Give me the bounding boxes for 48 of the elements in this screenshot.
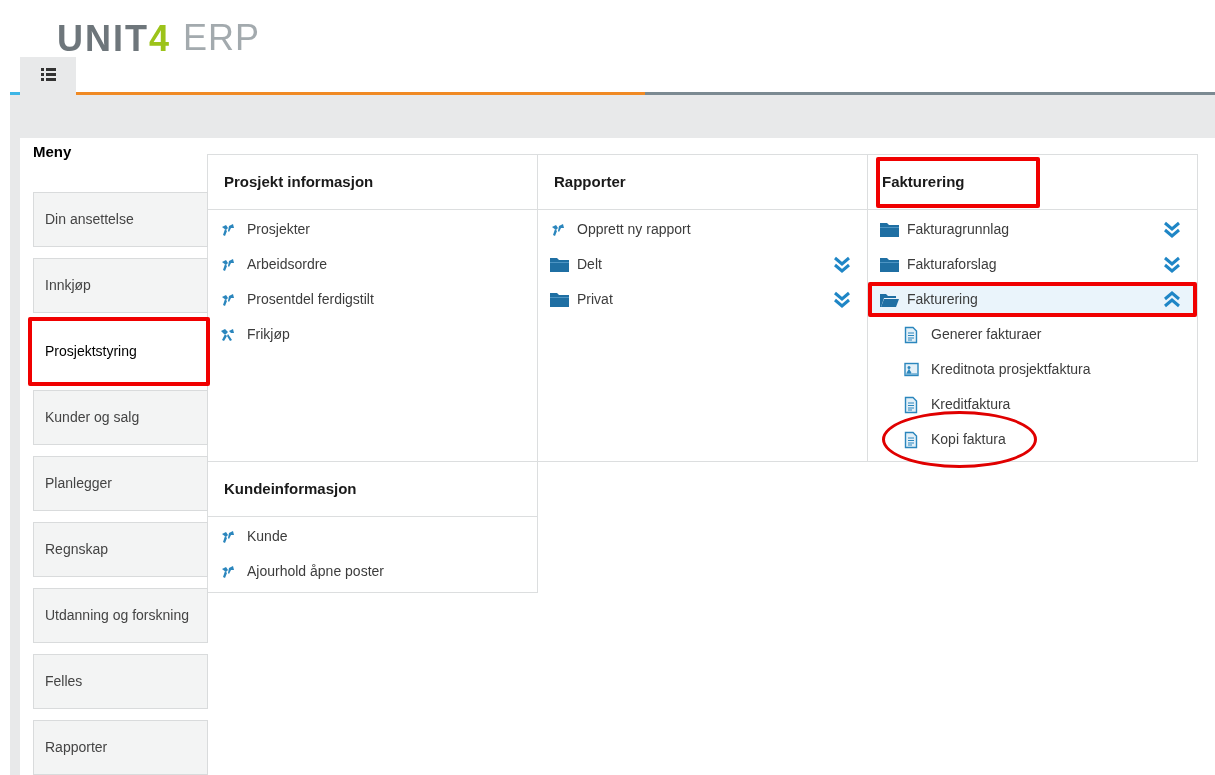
folder-icon (550, 257, 569, 272)
logo-wordmark: UNIT4 (57, 21, 172, 57)
menu-link[interactable]: Fakturagrunnlag (907, 219, 1163, 240)
menu-link[interactable]: Kunde (247, 526, 521, 547)
panel-title: Rapporter (554, 171, 626, 192)
menu-link[interactable]: Opprett ny rapport (577, 219, 851, 240)
menu-item[interactable]: Din ansettelse (33, 192, 208, 247)
menu-item[interactable]: Innkjøp (33, 258, 208, 313)
menu-link[interactable]: Generer fakturaer (931, 324, 1181, 345)
panel-title: Fakturering (882, 171, 965, 192)
menu-link[interactable]: Prosjekter (247, 219, 521, 240)
tools-icon (220, 292, 235, 307)
tools-icon (220, 529, 235, 544)
menu-title: Meny (33, 142, 73, 161)
menu-link[interactable]: Fakturaforslag (907, 254, 1163, 275)
menu-item[interactable]: Felles (33, 654, 208, 709)
menu-link[interactable]: Kreditnota prosjektfaktura (931, 359, 1181, 380)
menu-link[interactable]: Prosentdel ferdigstilt (247, 289, 521, 310)
menu-item[interactable]: Planlegger (33, 456, 208, 511)
folder-icon (550, 292, 569, 307)
menu-tab[interactable] (20, 57, 76, 92)
tools-icon (550, 222, 565, 237)
tools-icon (220, 564, 235, 579)
menu-link[interactable]: Delt (577, 254, 833, 275)
menu-link[interactable]: Kreditfaktura (931, 394, 1181, 415)
menu-item[interactable]: Kunder og salg (33, 390, 208, 445)
document-icon (904, 395, 918, 414)
menu-item[interactable]: Regnskap (33, 522, 208, 577)
menu-item[interactable]: Rapporter (33, 720, 208, 775)
document-icon (904, 325, 918, 344)
tools-icon (220, 222, 235, 237)
document-icon (904, 430, 918, 449)
panel-title: Kundeinformasjon (224, 478, 357, 499)
folder-icon (880, 257, 899, 272)
folder-icon (880, 222, 899, 237)
menu-link[interactable]: Arbeidsordre (247, 254, 521, 275)
product-name: ERP (183, 20, 261, 56)
panel-title: Prosjekt informasjon (224, 171, 374, 192)
menu-link[interactable]: Ajourhold åpne poster (247, 561, 521, 582)
menu-link[interactable]: Privat (577, 289, 833, 310)
list-icon (40, 68, 56, 81)
tools-icon (220, 257, 235, 272)
open-folder-icon (880, 292, 899, 307)
menu-link[interactable]: Kopi faktura (931, 429, 1181, 450)
menu-item[interactable]: Utdanning og forskning (33, 588, 208, 643)
menu-link[interactable]: Frikjøp (247, 324, 521, 345)
tools-icon (220, 327, 235, 342)
form-icon (904, 362, 919, 377)
